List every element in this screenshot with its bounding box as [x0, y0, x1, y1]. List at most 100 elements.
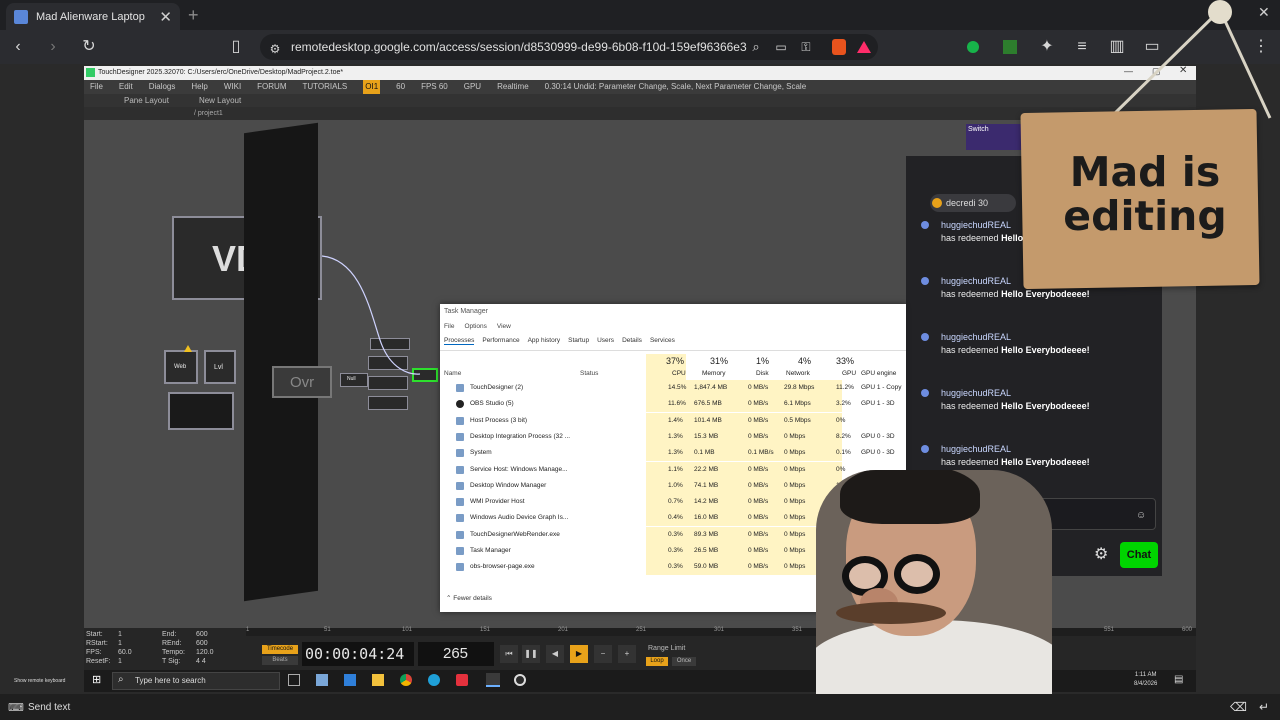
- chat-header-switch[interactable]: Switch: [966, 124, 1026, 150]
- taskman-menu-view[interactable]: View: [497, 323, 511, 330]
- chat-username[interactable]: huggiechudREAL: [941, 219, 1023, 232]
- col-gpu-engine[interactable]: GPU engine: [861, 370, 896, 377]
- lvl-node[interactable]: Lvl: [204, 350, 236, 384]
- td-realtime[interactable]: Realtime: [497, 80, 529, 94]
- process-row[interactable]: OBS Studio (5) 11.6% 676.5 MB 0 MB/s 6.1 Mbp…: [440, 396, 906, 413]
- comp-node-d[interactable]: [368, 396, 408, 410]
- site-info-icon[interactable]: ⚙: [266, 40, 284, 58]
- pane-layout-label[interactable]: Pane Layout: [124, 94, 169, 107]
- cast-icon[interactable]: ▭: [772, 38, 790, 56]
- td-menu-tutorials[interactable]: TUTORIALS: [303, 80, 348, 94]
- process-row[interactable]: Host Process (3 bit) 1.4% 101.4 MB 0 MB/s 0.…: [440, 412, 906, 429]
- taskbar-touchdesigner-icon[interactable]: [486, 673, 500, 687]
- chat-username[interactable]: huggiechudREAL: [941, 331, 1090, 344]
- taskbar-search-box[interactable]: Type here to search: [112, 672, 280, 690]
- chat-message[interactable]: huggiechudREAL has redeemed Hello Everybo…: [941, 275, 1090, 301]
- tab-details[interactable]: Details: [622, 337, 642, 345]
- process-row[interactable]: TouchDesigner (2) 14.5% 1,847.4 MB 0 MB/s 29…: [440, 380, 906, 396]
- chat-username[interactable]: huggiechudREAL: [941, 275, 1090, 288]
- show-remote-keyboard-button[interactable]: Show remote keyboard: [0, 670, 84, 692]
- media-list-icon[interactable]: ≡: [1073, 38, 1091, 56]
- fewer-details-link[interactable]: ⌃ Fewer details: [446, 594, 492, 602]
- taskman-menu-options[interactable]: Options: [464, 323, 486, 330]
- pause-button[interactable]: ❚❚: [522, 645, 540, 663]
- td-menu-file[interactable]: File: [90, 80, 103, 94]
- url-text[interactable]: remotedesktop.google.com/access/session/…: [291, 40, 747, 54]
- backspace-icon[interactable]: ⌫: [1230, 700, 1247, 714]
- tab-app-history[interactable]: App history: [528, 337, 561, 345]
- keyboard-icon[interactable]: ⌨: [8, 701, 24, 714]
- rewind-button[interactable]: ⏮: [500, 645, 518, 663]
- td-oi-badge[interactable]: OI1: [363, 80, 381, 94]
- channel-points-pill[interactable]: decredi 30: [930, 194, 1016, 212]
- rewards-icon[interactable]: [857, 41, 871, 53]
- td-gpu[interactable]: GPU: [464, 80, 481, 94]
- chat-send-button[interactable]: Chat: [1120, 542, 1158, 568]
- bookmark-icon[interactable]: ▯: [227, 38, 245, 56]
- beats-toggle[interactable]: Beats: [262, 656, 298, 665]
- chat-username[interactable]: huggiechudREAL: [941, 387, 1090, 400]
- taskbar-clock[interactable]: 1:11 AM 8/4/2026: [1134, 671, 1157, 689]
- notification-icon[interactable]: ▤: [1174, 674, 1183, 685]
- td-menu-edit[interactable]: Edit: [119, 80, 133, 94]
- minus-button[interactable]: −: [594, 645, 612, 663]
- taskbar-app-folder-icon[interactable]: [372, 674, 384, 686]
- timecode-toggle[interactable]: Timecode: [262, 645, 298, 654]
- close-tab-icon[interactable]: ✕: [159, 8, 172, 26]
- col-mem[interactable]: Memory: [702, 370, 725, 377]
- extension-grid-icon[interactable]: [1003, 40, 1017, 54]
- step-back-button[interactable]: ◀: [546, 645, 564, 663]
- chat-message[interactable]: huggiechudREAL has redeemed Hello Everybo…: [941, 387, 1090, 413]
- chat-message[interactable]: huggiechudREAL has redeemed Hello Everybo…: [941, 443, 1090, 469]
- browser-tab[interactable]: Mad Alienware Laptop ✕: [6, 3, 180, 30]
- td-menu-dialogs[interactable]: Dialogs: [149, 80, 176, 94]
- emote-icon[interactable]: ☺: [1136, 510, 1146, 521]
- task-view-icon[interactable]: [288, 674, 300, 686]
- col-name[interactable]: Name: [444, 370, 461, 377]
- extension-green-icon[interactable]: [967, 41, 979, 53]
- enter-icon[interactable]: ↵: [1259, 700, 1269, 714]
- col-net[interactable]: Network: [786, 370, 810, 377]
- extensions-puzzle-icon[interactable]: ✦: [1038, 38, 1056, 56]
- once-toggle[interactable]: Once: [672, 657, 696, 666]
- key-icon[interactable]: ⚿: [797, 38, 815, 56]
- send-text-button[interactable]: Send text: [28, 702, 70, 713]
- taskman-menu-file[interactable]: File: [444, 323, 454, 330]
- taskbar-app-explorer-icon[interactable]: [316, 674, 328, 686]
- taskbar-app-red-icon[interactable]: [456, 674, 468, 686]
- new-layout-label[interactable]: New Layout: [199, 94, 241, 107]
- plus-button[interactable]: +: [618, 645, 636, 663]
- web-node[interactable]: Web: [164, 350, 198, 384]
- col-disk[interactable]: Disk: [756, 370, 769, 377]
- tab-startup[interactable]: Startup: [568, 337, 589, 345]
- forward-icon[interactable]: ›: [44, 38, 62, 56]
- play-button[interactable]: ▶: [570, 645, 588, 663]
- chat-username[interactable]: huggiechudREAL: [941, 443, 1090, 456]
- zoom-icon[interactable]: ⌕: [747, 38, 765, 56]
- process-row[interactable]: System 1.3% 0.1 MB 0.1 MB/s 0 Mbps 0.1% GPU 0 …: [440, 445, 906, 462]
- windows-start-icon[interactable]: ⊞: [92, 674, 104, 686]
- loop-toggle[interactable]: Loop: [646, 657, 668, 666]
- tab-users[interactable]: Users: [597, 337, 614, 345]
- taskbar-chrome-icon[interactable]: [400, 674, 412, 686]
- output-node[interactable]: [168, 392, 234, 430]
- td-menu-help[interactable]: Help: [191, 80, 207, 94]
- td-menu-wiki[interactable]: WIKI: [224, 80, 241, 94]
- chat-message[interactable]: huggiechudREAL has redeemed Hello: [941, 219, 1023, 245]
- taskbar-edge-icon[interactable]: [428, 674, 440, 686]
- process-row[interactable]: Desktop Integration Process (32 ... 1.3% 1…: [440, 428, 906, 445]
- td-menu-forum[interactable]: FORUM: [257, 80, 286, 94]
- col-gpu[interactable]: GPU: [842, 370, 856, 377]
- taskbar-obs-icon[interactable]: [514, 674, 526, 686]
- tab-processes[interactable]: Processes: [444, 337, 475, 345]
- process-row[interactable]: Service Host: Windows Manage... 1.1% 22.2 …: [440, 461, 906, 478]
- brave-icon[interactable]: [832, 39, 846, 55]
- tab-services[interactable]: Services: [650, 337, 675, 345]
- taskbar-app-store-icon[interactable]: [344, 674, 356, 686]
- reload-icon[interactable]: ↻: [80, 38, 98, 56]
- tab-performance[interactable]: Performance: [482, 337, 519, 345]
- col-cpu[interactable]: CPU: [672, 370, 686, 377]
- chat-message[interactable]: huggiechudREAL has redeemed Hello Everybo…: [941, 331, 1090, 357]
- chat-settings-gear-icon[interactable]: ⚙: [1094, 544, 1108, 564]
- new-tab-icon[interactable]: +: [188, 5, 199, 26]
